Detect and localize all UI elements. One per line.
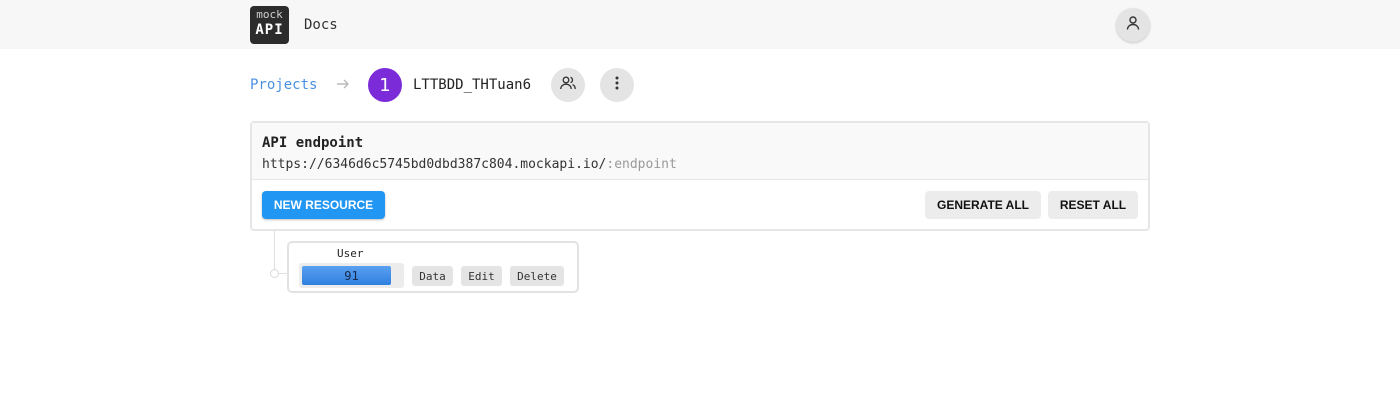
tree-node-dot <box>270 269 279 278</box>
logo-text-top: mock <box>256 8 283 21</box>
new-resource-button[interactable]: NEW RESOURCE <box>262 191 385 219</box>
reset-all-button[interactable]: RESET ALL <box>1048 191 1138 219</box>
api-endpoint-title: API endpoint <box>262 135 364 151</box>
user-icon <box>1125 15 1141 35</box>
resource-delete-button[interactable]: Delete <box>510 266 564 286</box>
resource-count: 91 <box>344 269 359 283</box>
resource-name: User <box>337 247 364 260</box>
breadcrumb-projects-link[interactable]: Projects <box>250 77 317 93</box>
top-navbar: mock API Docs <box>0 0 1400 49</box>
more-vertical-icon <box>609 75 625 95</box>
project-menu-button[interactable] <box>600 68 634 102</box>
generate-all-button[interactable]: GENERATE ALL <box>925 191 1041 219</box>
project-name: LTTBDD_THTuan6 <box>413 77 532 93</box>
docs-link[interactable]: Docs <box>304 17 338 33</box>
api-endpoint-header: API endpoint https://6346d6c5745bd0dbd38… <box>252 123 1148 180</box>
project-initial: 1 <box>379 74 391 96</box>
tree-connector-vertical <box>274 231 275 274</box>
project-members-button[interactable] <box>551 68 585 102</box>
api-endpoint-url[interactable]: https://6346d6c5745bd0dbd387c804.mockapi… <box>262 157 677 172</box>
logo-text-bottom: API <box>255 22 284 38</box>
api-endpoint-card: API endpoint https://6346d6c5745bd0dbd38… <box>250 121 1150 231</box>
resource-edit-button[interactable]: Edit <box>461 266 502 286</box>
resource-data-button[interactable]: Data <box>412 266 453 286</box>
project-avatar[interactable]: 1 <box>368 68 402 102</box>
users-icon <box>559 74 577 96</box>
api-endpoint-url-base: https://6346d6c5745bd0dbd387c804.mockapi… <box>262 157 607 172</box>
api-endpoint-url-suffix: :endpoint <box>606 157 677 172</box>
mockapi-logo[interactable]: mock API <box>250 6 289 44</box>
resource-card-user: User 91 Data Edit Delete <box>287 241 579 293</box>
arrow-right-icon <box>336 76 350 95</box>
user-menu-button[interactable] <box>1116 8 1150 42</box>
